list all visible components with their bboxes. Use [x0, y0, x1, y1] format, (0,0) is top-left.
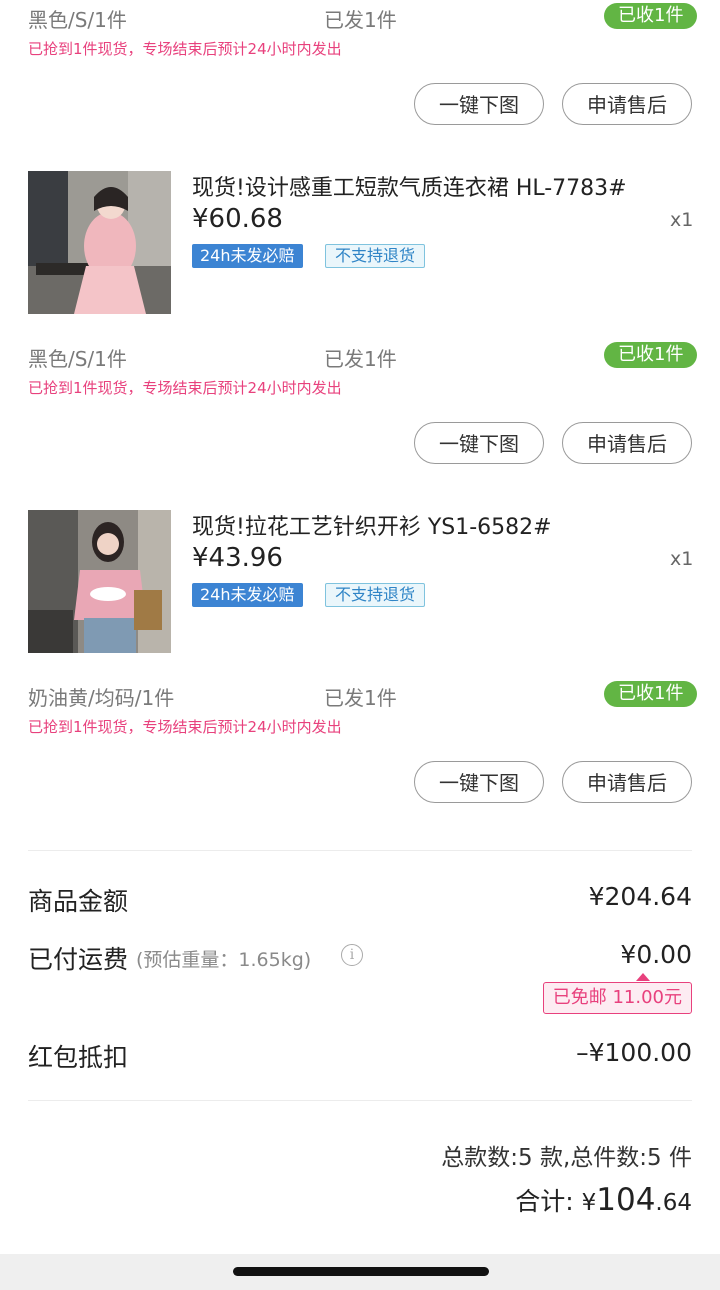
product-price: ¥60.68 — [192, 204, 283, 234]
tooltip-arrow-icon — [636, 973, 650, 981]
shipped-count: 已发1件 — [324, 8, 397, 32]
red-packet-value: –¥100.00 — [576, 1038, 692, 1067]
red-packet-label: 红包抵扣 — [28, 1043, 129, 1072]
received-badge: 已收1件 — [604, 342, 698, 368]
no-return-tag: 不支持退货 — [325, 583, 426, 607]
item-spec: 奶油黄/均码/1件 — [28, 686, 175, 710]
item-spec: 黑色/S/1件 — [28, 8, 127, 32]
product-price: ¥43.96 — [192, 543, 283, 573]
received-badge: 已收1件 — [604, 3, 698, 29]
received-badge: 已收1件 — [604, 681, 698, 707]
no-return-tag: 不支持退货 — [325, 244, 426, 268]
guarantee-tag: 24h未发必赔 — [192, 583, 303, 607]
section-divider — [28, 850, 692, 851]
section-divider — [28, 1100, 692, 1101]
goods-amount-label: 商品金额 — [28, 887, 129, 916]
product-quantity: x1 — [670, 548, 694, 570]
order-total: 合计: ¥104.64 — [515, 1182, 692, 1218]
stock-note: 已抢到1件现货，专场结束后预计24小时内发出 — [28, 379, 342, 397]
product-title[interactable]: 现货!拉花工艺针织开衫 YS1-6582# — [192, 509, 552, 541]
product-photo-icon — [28, 510, 171, 653]
shipped-count: 已发1件 — [324, 347, 397, 371]
total-decimal: .64 — [655, 1190, 692, 1216]
product-title[interactable]: 现货!设计感重工短款气质连衣裙 HL-7783# — [192, 170, 627, 202]
total-integer: 104 — [596, 1182, 656, 1218]
guarantee-tag: 24h未发必赔 — [192, 244, 303, 268]
product-thumbnail[interactable] — [28, 171, 171, 314]
after-sale-button[interactable]: 申请售后 — [562, 83, 692, 125]
item-spec: 黑色/S/1件 — [28, 347, 127, 371]
stock-note: 已抢到1件现货，专场结束后预计24小时内发出 — [28, 718, 342, 736]
total-currency: ¥ — [581, 1190, 597, 1216]
shipping-fee-label: 已付运费 — [28, 945, 129, 974]
shipping-fee-value: ¥0.00 — [620, 940, 692, 969]
stock-note: 已抢到1件现货，专场结束后预计24小时内发出 — [28, 40, 342, 58]
after-sale-button[interactable]: 申请售后 — [562, 761, 692, 803]
info-icon[interactable]: i — [341, 944, 363, 966]
download-images-button[interactable]: 一键下图 — [414, 83, 544, 125]
home-indicator[interactable] — [233, 1267, 489, 1276]
product-quantity: x1 — [670, 209, 694, 231]
product-thumbnail[interactable] — [28, 510, 171, 653]
estimated-weight: (预估重量：1.65kg) — [136, 949, 312, 971]
goods-amount-value: ¥204.64 — [588, 882, 692, 911]
after-sale-button[interactable]: 申请售后 — [562, 422, 692, 464]
shipped-count: 已发1件 — [324, 686, 397, 710]
free-shipping-badge: 已免邮 11.00元 — [542, 982, 692, 1014]
item-counts: 总款数:5 款,总件数:5 件 — [441, 1145, 692, 1171]
download-images-button[interactable]: 一键下图 — [414, 761, 544, 803]
product-photo-icon — [28, 171, 171, 314]
total-label: 合计: — [515, 1187, 582, 1216]
download-images-button[interactable]: 一键下图 — [414, 422, 544, 464]
